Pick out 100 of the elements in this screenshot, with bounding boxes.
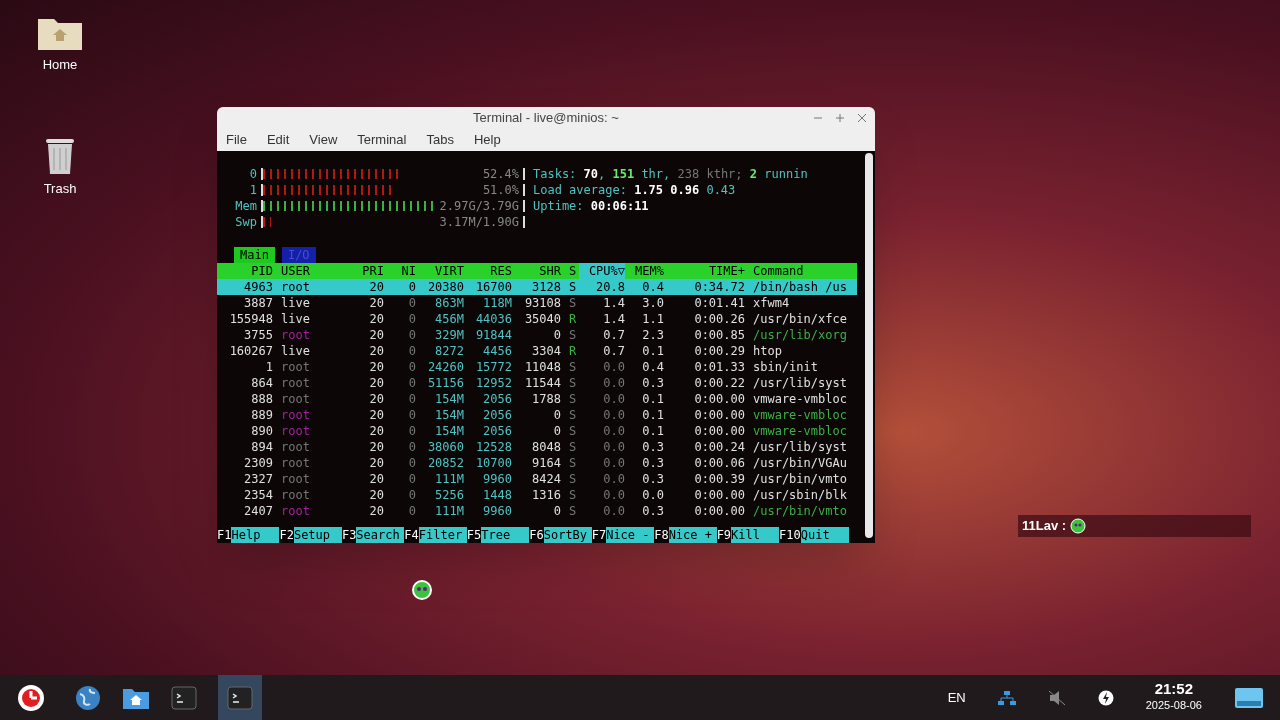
globe-icon[interactable] (74, 683, 102, 712)
function-key: F2 (279, 527, 294, 543)
process-cell-text: 0 (552, 503, 561, 519)
function-key-label[interactable]: Quit (800, 527, 849, 543)
column-header[interactable]: MEM% (625, 263, 664, 279)
column-header[interactable]: Command (745, 263, 849, 279)
close-icon[interactable] (857, 113, 867, 123)
menu-item[interactable]: Help (473, 130, 501, 150)
process-cell-text: 890 (250, 423, 273, 439)
terminal-icon[interactable] (227, 685, 253, 710)
process-cell-text: 0:01.33 (693, 359, 745, 375)
process-cell-text: 0 (552, 327, 561, 343)
function-key: F1 (217, 527, 232, 543)
process-cell-text: 155948 (228, 311, 273, 327)
network-icon[interactable] (997, 689, 1016, 706)
terminal-icon[interactable] (171, 685, 197, 710)
column-header[interactable]: NI (384, 263, 416, 279)
process-row[interactable]: 2407 root 20 0 111M 9960 0 S 0.0 0.3 0:00.00 /usr/bin/vmto (217, 503, 857, 519)
display-icon[interactable] (1234, 686, 1264, 709)
process-cell-text: 16700 (474, 279, 512, 295)
process-cell-text: root (280, 279, 311, 295)
process-cell-text: 1788 (531, 391, 561, 407)
process-row[interactable]: 3887 live 20 0 863M 118M 93108 S 1.4 3.0 0:01.41 xfwm4 (217, 295, 857, 311)
process-row[interactable]: 160267 live 20 0 8272 4456 3304 R 0.7 0.1 0:00.29 htop (217, 343, 857, 359)
process-cell-text: S (568, 391, 578, 407)
start-menu-icon[interactable] (16, 682, 46, 713)
process-cell-text: 1.1 (641, 311, 664, 327)
process-cell-text: 0:00.39 (693, 471, 745, 487)
process-cell-text: 118M (482, 295, 512, 311)
process-row[interactable]: 2327 root 20 0 111M 9960 8424 S 0.0 0.3 0:00.39 /usr/bin/vmto (217, 471, 857, 487)
desktop-icon-label[interactable]: Home (42, 55, 78, 75)
process-cell-text: S (568, 423, 578, 439)
function-key-label[interactable]: Setup (293, 527, 342, 543)
process-row[interactable]: 894 root 20 0 38060 12528 8048 S 0.0 0.3 0:00.24 /usr/lib/syst (217, 439, 857, 455)
process-row[interactable]: 4963 root 20 0 20380 16700 3128 S 20.8 0.4 0:34.72 /bin/bash /us (217, 279, 857, 295)
column-header[interactable]: VIRT (416, 263, 464, 279)
process-cell-text: 111M (434, 503, 464, 519)
clock-time[interactable]: 21:52 (1154, 681, 1194, 698)
muted-speaker-icon[interactable] (1047, 689, 1066, 706)
process-cell-text: 889 (250, 407, 273, 423)
process-row[interactable]: 3755 root 20 0 329M 91844 0 S 0.7 2.3 0:00.85 /usr/lib/xorg (217, 327, 857, 343)
menu-item[interactable]: Edit (266, 130, 290, 150)
language-indicator[interactable]: EN (947, 687, 966, 708)
column-header[interactable]: S (561, 263, 579, 279)
function-key-label[interactable]: Kill (731, 527, 780, 543)
column-header[interactable]: CPU%▽ (579, 263, 625, 279)
process-row[interactable]: 2354 root 20 0 5256 1448 1316 S 0.0 0.0 0:00.00 /usr/sbin/blk (217, 487, 857, 503)
process-cell-text: 0:00.00 (693, 503, 745, 519)
menu-item[interactable]: Tabs (426, 130, 454, 150)
process-cell-text: /usr/bin/vmto (752, 471, 848, 487)
process-cell-text: 1316 (531, 487, 561, 503)
process-cell-text: 10700 (474, 455, 512, 471)
process-cell-text: 0:00.00 (693, 407, 745, 423)
process-row[interactable]: 890 root 20 0 154M 2056 0 S 0.0 0.1 0:00.00 vmware-vmbloc (217, 423, 857, 439)
menu-item[interactable]: View (309, 130, 338, 150)
scrollbar[interactable] (865, 153, 873, 538)
process-cell-text: 160267 (228, 343, 273, 359)
process-cell-text: 0:00.00 (693, 423, 745, 439)
column-header[interactable]: PRI (353, 263, 384, 279)
process-row[interactable]: 155948 live 20 0 456M 44036 35040 R 1.4 1.1 0:00.26 /usr/bin/xfce (217, 311, 857, 327)
process-row[interactable]: 2309 root 20 0 20852 10700 9164 S 0.0 0.3 0:00.06 /usr/bin/VGAu (217, 455, 857, 471)
maximize-icon[interactable] (835, 113, 845, 123)
process-cell-text: htop (752, 343, 783, 359)
column-header[interactable]: PID (217, 263, 273, 279)
process-cell-text: root (280, 487, 311, 503)
function-key-label[interactable]: Tree (481, 527, 530, 543)
process-row[interactable]: 888 root 20 0 154M 2056 1788 S 0.0 0.1 0:00.00 vmware-vmbloc (217, 391, 857, 407)
function-key-label[interactable]: SortBy (543, 527, 592, 543)
process-cell-text: 4456 (482, 343, 512, 359)
process-cell-text: 0:00.00 (693, 391, 745, 407)
power-icon[interactable] (1097, 689, 1114, 706)
column-header[interactable]: TIME+ (664, 263, 745, 279)
menu-item[interactable]: File (226, 130, 247, 150)
process-row[interactable]: 864 root 20 0 51156 12952 11544 S 0.0 0.3 0:00.22 /usr/lib/syst (217, 375, 857, 391)
process-row[interactable]: 1 root 20 0 24260 15772 11048 S 0.0 0.4 0:01.33 sbin/init (217, 359, 857, 375)
process-cell-text: 20 (368, 375, 384, 391)
process-cell-text: 0 (407, 407, 416, 423)
process-cell-text: 0.0 (602, 455, 625, 471)
process-cell-text: 2354 (243, 487, 273, 503)
process-cell-text: /usr/bin/vmto (752, 503, 848, 519)
column-header[interactable]: RES (464, 263, 512, 279)
clock-date[interactable]: 2025-08-06 (1145, 697, 1202, 714)
function-key-label[interactable]: Help (231, 527, 280, 543)
function-key-label[interactable]: Nice + (668, 527, 717, 543)
function-key: F7 (591, 527, 607, 543)
process-row[interactable]: 889 root 20 0 154M 2056 0 S 0.0 0.1 0:00.00 vmware-vmbloc (217, 407, 857, 423)
process-cell-text: 20 (368, 311, 384, 327)
process-cell-text: 154M (434, 391, 464, 407)
menu-item[interactable]: Terminal (357, 130, 407, 150)
function-key-label[interactable]: Search (356, 527, 405, 543)
function-key: F4 (404, 527, 419, 543)
process-cell-text: 0 (407, 391, 416, 407)
htop-tab[interactable]: Main (234, 247, 275, 263)
smiley-face-icon (412, 580, 432, 600)
process-cell-text: 0.7 (602, 343, 625, 359)
process-cell-text: 154M (434, 407, 464, 423)
column-header[interactable]: SHR (512, 263, 561, 279)
column-header[interactable]: USER (273, 263, 353, 279)
function-key-label[interactable]: Nice - (606, 527, 655, 543)
desktop-icon-label[interactable]: Trash (43, 178, 77, 198)
